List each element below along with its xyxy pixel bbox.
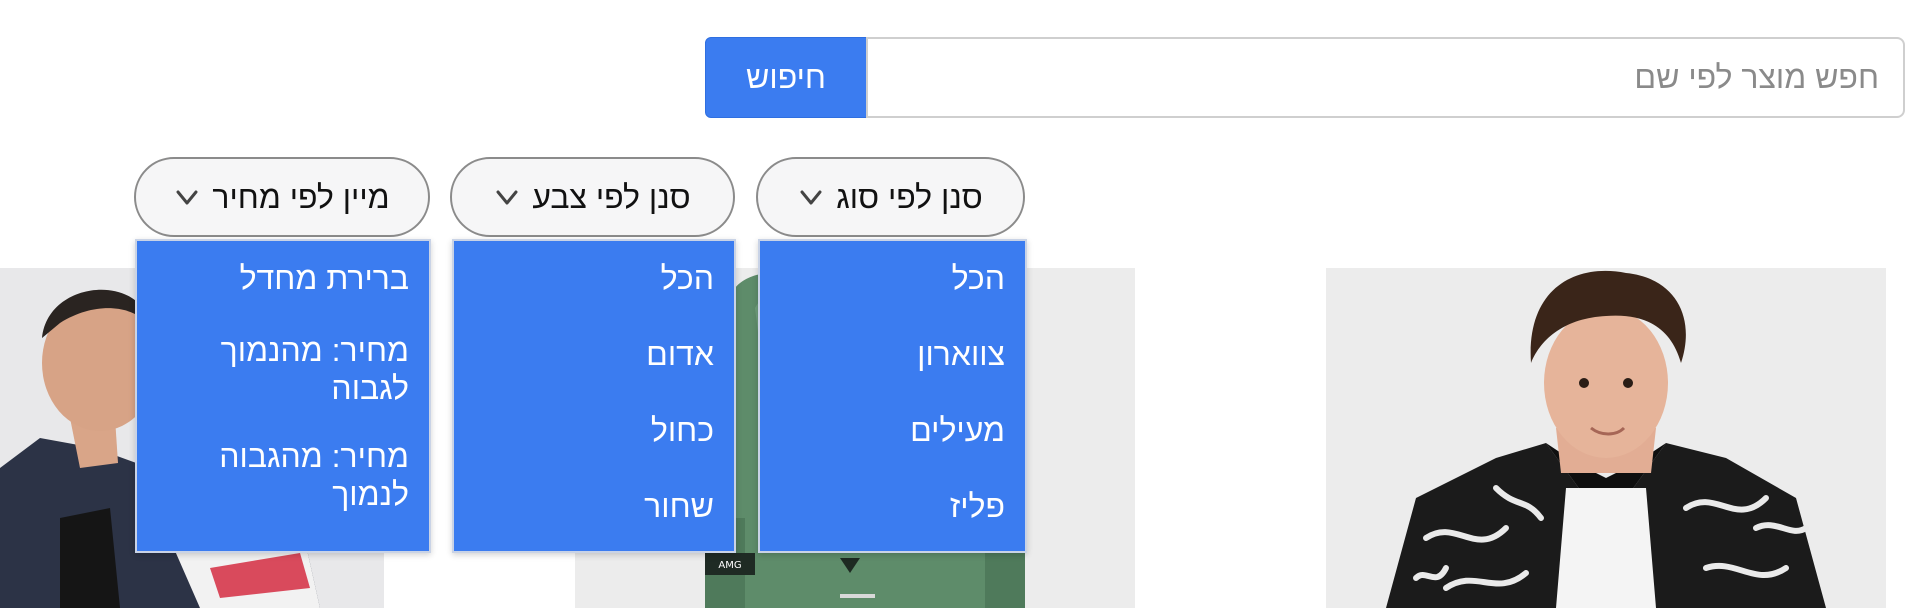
chevron-down-icon [174, 184, 200, 210]
dropdown-option[interactable]: הכל [760, 241, 1025, 317]
dropdown-option[interactable]: הכל [454, 241, 734, 317]
sort-price-button[interactable]: מיין לפי מחיר [134, 157, 430, 237]
filter-color-label: סנן לפי צבע [532, 178, 691, 215]
dropdown-option[interactable]: פליז [760, 469, 1025, 545]
dropdown-option[interactable]: מחיר: מהנמוך לגבוה [137, 317, 429, 423]
filter-type-dropdown: הכל צווארון מעילים פליז [758, 239, 1027, 553]
dropdown-option[interactable]: מעילים [760, 393, 1025, 469]
dropdown-option[interactable]: ברירת מחדל [137, 241, 429, 317]
dropdown-option[interactable]: כחול [454, 393, 734, 469]
sort-price-label: מיין לפי מחיר [212, 178, 390, 215]
dropdown-option[interactable]: צווארון [760, 317, 1025, 393]
search-bar: חיפוש [705, 37, 1905, 118]
filter-type-label: סנן לפי סוג [836, 178, 983, 215]
search-input[interactable] [866, 37, 1905, 118]
svg-text:AMG: AMG [718, 560, 741, 571]
product-photo-bomber-jacket [1326, 268, 1886, 608]
dropdown-option[interactable]: מחיר: מהגבוה לנמוך [137, 423, 429, 529]
filter-type-button[interactable]: סנן לפי סוג [756, 157, 1025, 237]
chevron-down-icon [494, 184, 520, 210]
search-button[interactable]: חיפוש [705, 37, 867, 118]
product-image[interactable] [1326, 268, 1886, 608]
sort-price-dropdown: ברירת מחדל מחיר: מהנמוך לגבוה מחיר: מהגב… [135, 239, 431, 553]
dropdown-option[interactable]: אדום [454, 317, 734, 393]
filter-color-dropdown: הכל אדום כחול שחור [452, 239, 736, 553]
filter-color-button[interactable]: סנן לפי צבע [450, 157, 735, 237]
dropdown-option[interactable]: שחור [454, 469, 734, 545]
chevron-down-icon [798, 184, 824, 210]
